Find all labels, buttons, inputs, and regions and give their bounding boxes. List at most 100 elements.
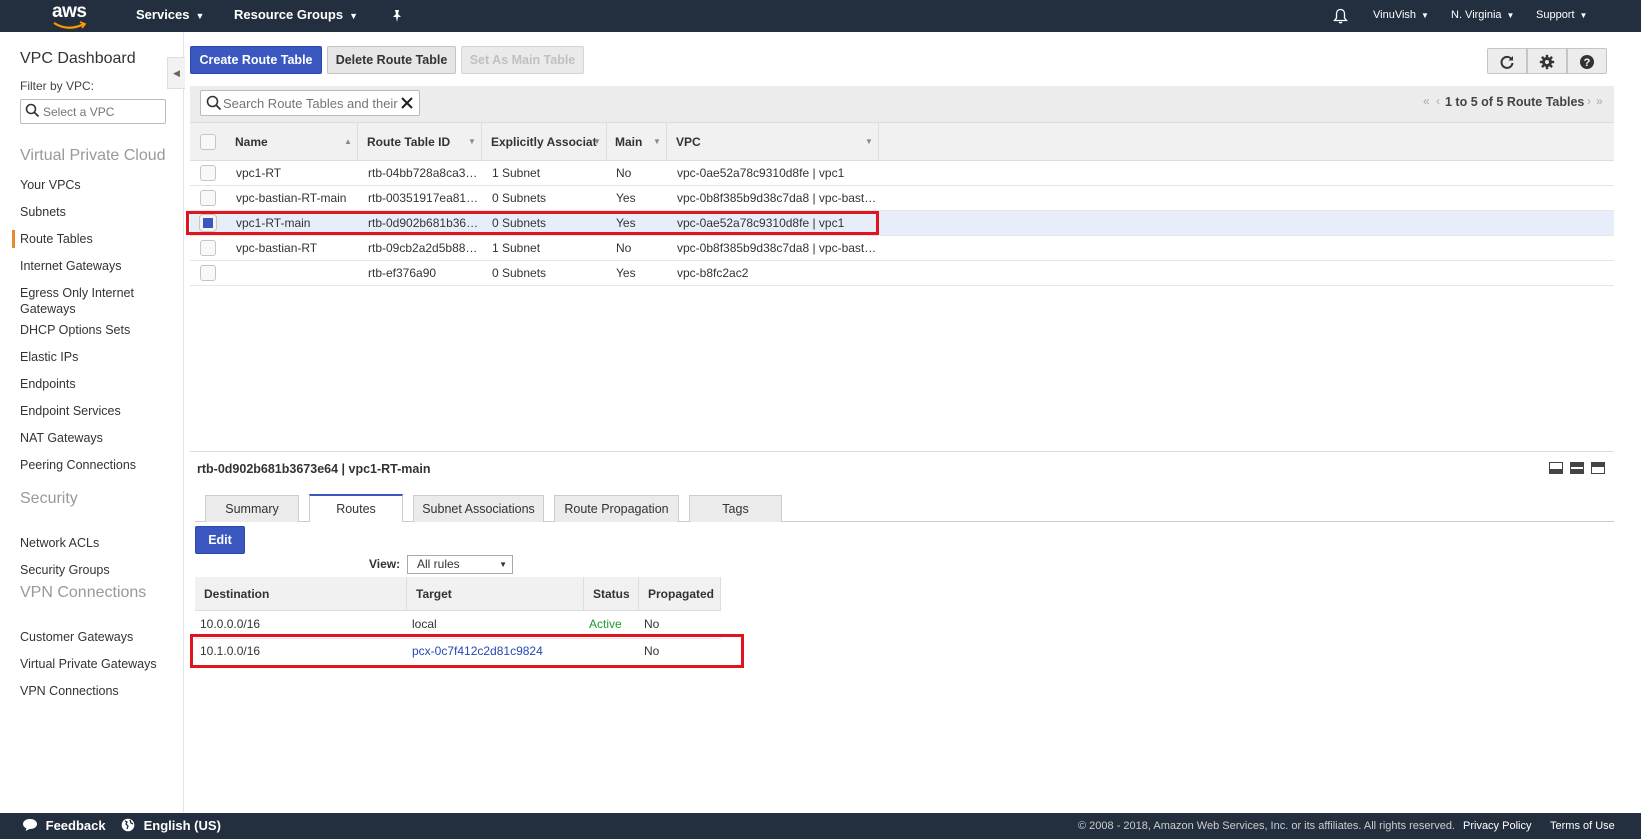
sidebar-item-network-acls[interactable]: Network ACLs <box>20 535 170 551</box>
chevron-down-icon: ▼ <box>195 11 205 21</box>
sidebar-item-vpn-connections[interactable]: VPN Connections <box>20 683 170 699</box>
column-route-table-id-label: Route Table ID <box>367 135 451 149</box>
sidebar-item-elastic-ips[interactable]: Elastic IPs <box>20 349 170 365</box>
terms-of-use-link[interactable]: Terms of Use <box>1550 813 1615 839</box>
sidebar-item-dhcp-options-sets[interactable]: DHCP Options Sets <box>20 322 170 338</box>
column-vpc[interactable]: VPC ▼ <box>668 123 879 161</box>
resource-groups-menu[interactable]: Resource Groups ▼ <box>234 0 358 32</box>
refresh-button[interactable] <box>1487 48 1527 74</box>
edit-routes-button[interactable]: Edit <box>195 526 245 554</box>
copyright-text: © 2008 - 2018, Amazon Web Services, Inc.… <box>1078 820 1455 832</box>
tab-route-propagation[interactable]: Route Propagation <box>554 495 679 522</box>
aws-logo[interactable]: aws <box>50 1 90 31</box>
speech-bubble-icon <box>23 819 37 831</box>
sidebar-item-customer-gateways[interactable]: Customer Gateways <box>20 629 170 645</box>
sort-caret-icon: ▼ <box>593 137 601 146</box>
help-button[interactable]: ? <box>1567 48 1607 74</box>
tab-subnet-associations[interactable]: Subnet Associations <box>413 495 544 522</box>
sidebar-item-route-tables[interactable]: Route Tables <box>20 231 170 247</box>
aws-smile-icon <box>53 21 87 29</box>
previous-page-icon[interactable]: ‹ <box>1436 94 1440 108</box>
route-table-search-input[interactable] <box>223 94 399 112</box>
cell-main: Yes <box>616 266 636 280</box>
search-icon <box>206 95 222 111</box>
sidebar-item-peering-connections[interactable]: Peering Connections <box>20 457 170 473</box>
privacy-policy-link[interactable]: Privacy Policy <box>1463 813 1531 839</box>
chevron-down-icon: ▼ <box>349 11 359 21</box>
view-filter-select[interactable]: All rules ▼ <box>407 555 513 574</box>
column-explicitly-associated[interactable]: Explicitly Associat ▼ <box>483 123 607 161</box>
next-page-icon[interactable]: › <box>1587 94 1591 108</box>
row-checkbox[interactable] <box>200 190 216 206</box>
feedback-label: Feedback <box>45 818 106 833</box>
tab-summary[interactable]: Summary <box>205 495 299 522</box>
route-status: Active <box>589 617 622 631</box>
route-table-search[interactable] <box>200 90 420 116</box>
vpc-filter[interactable] <box>20 99 166 124</box>
sidebar-title[interactable]: VPC Dashboard <box>20 50 136 68</box>
cell-vpc: vpc-0b8f385b9d38c7da8 | vpc-bastian <box>677 241 877 255</box>
clear-search-icon[interactable] <box>399 95 415 111</box>
settings-button[interactable] <box>1527 48 1567 74</box>
support-label: Support <box>1536 9 1575 21</box>
cell-main: No <box>616 241 632 255</box>
row-checkbox[interactable] <box>200 240 216 256</box>
column-name[interactable]: Name ▲ <box>227 123 358 161</box>
routes-column-propagated: Propagated <box>639 577 721 611</box>
user-name: VinuVish <box>1373 9 1417 21</box>
support-menu[interactable]: Support ▼ <box>1536 0 1587 32</box>
gear-icon <box>1539 54 1555 70</box>
user-menu[interactable]: VinuVish ▼ <box>1373 0 1429 32</box>
row-checkbox[interactable] <box>200 265 216 281</box>
pane-top-icon[interactable] <box>1591 462 1605 474</box>
cell-vpc: vpc-0b8f385b9d38c7da8 | vpc-bastian <box>677 191 877 205</box>
cell-route-table-id: rtb-00351917ea815... <box>368 191 481 205</box>
sort-caret-icon: ▼ <box>653 137 661 146</box>
vpc-filter-input[interactable] <box>43 103 161 121</box>
pin-icon[interactable] <box>390 1 404 33</box>
column-main[interactable]: Main ▼ <box>607 123 667 161</box>
pane-bottom-icon[interactable] <box>1549 462 1563 474</box>
last-page-icon[interactable]: » <box>1596 94 1603 108</box>
sidebar-item-endpoint-services[interactable]: Endpoint Services <box>20 403 170 419</box>
route-target: local <box>412 617 437 631</box>
help-icon: ? <box>1580 55 1594 69</box>
sidebar-section-heading: Virtual Private Cloud <box>20 147 166 164</box>
collapse-sidebar-button[interactable]: ◀ <box>167 57 185 89</box>
select-all-checkbox[interactable] <box>200 134 216 150</box>
pane-split-icon[interactable] <box>1570 462 1584 474</box>
sidebar-item-internet-gateways[interactable]: Internet Gateways <box>20 258 170 274</box>
highlight-peering-route <box>190 634 744 668</box>
bell-icon[interactable] <box>1333 0 1348 32</box>
cell-explicitly-associated: 1 Subnet <box>492 166 541 180</box>
sidebar-section-heading: Security <box>20 490 78 507</box>
tab-tags[interactable]: Tags <box>689 495 782 522</box>
sidebar-item-endpoints[interactable]: Endpoints <box>20 376 170 392</box>
services-menu[interactable]: Services ▼ <box>136 0 204 32</box>
tab-routes[interactable]: Routes <box>309 494 403 522</box>
sidebar-item-your-vpcs[interactable]: Your VPCs <box>20 177 170 193</box>
cell-route-table-id: rtb-04bb728a8ca35... <box>368 166 481 180</box>
cell-vpc: vpc-0ae52a78c9310d8fe | vpc1 <box>677 166 845 180</box>
sidebar-item-virtual-private-gateways[interactable]: Virtual Private Gateways <box>20 656 170 672</box>
refresh-icon <box>1500 55 1514 69</box>
first-page-icon[interactable]: « <box>1423 94 1430 108</box>
delete-route-table-button[interactable]: Delete Route Table <box>327 46 456 74</box>
column-route-table-id[interactable]: Route Table ID ▼ <box>359 123 482 161</box>
top-navigation-bar: aws Services ▼ Resource Groups ▼ VinuVish ▼… <box>0 0 1641 32</box>
row-checkbox[interactable] <box>200 165 216 181</box>
sidebar-item-security-groups[interactable]: Security Groups <box>20 562 170 578</box>
sort-caret-icon: ▼ <box>865 137 873 146</box>
region-menu[interactable]: N. Virginia ▼ <box>1451 0 1514 32</box>
sidebar-item-subnets[interactable]: Subnets <box>20 204 170 220</box>
chevron-down-icon: ▼ <box>1421 11 1429 20</box>
sidebar-item-nat-gateways[interactable]: NAT Gateways <box>20 430 170 446</box>
set-as-main-table-button[interactable]: Set As Main Table <box>461 46 584 74</box>
language-selector[interactable]: English (US) <box>121 813 221 839</box>
create-route-table-button[interactable]: Create Route Table <box>190 46 322 74</box>
filter-by-vpc-label: Filter by VPC: <box>20 79 95 93</box>
feedback-link[interactable]: Feedback <box>22 813 106 839</box>
pane-splitter[interactable] <box>190 451 1614 452</box>
sidebar-item-egress-only-internet-gateways[interactable]: Egress Only Internet Gateways <box>20 285 170 317</box>
aws-logo-text: aws <box>52 1 87 22</box>
